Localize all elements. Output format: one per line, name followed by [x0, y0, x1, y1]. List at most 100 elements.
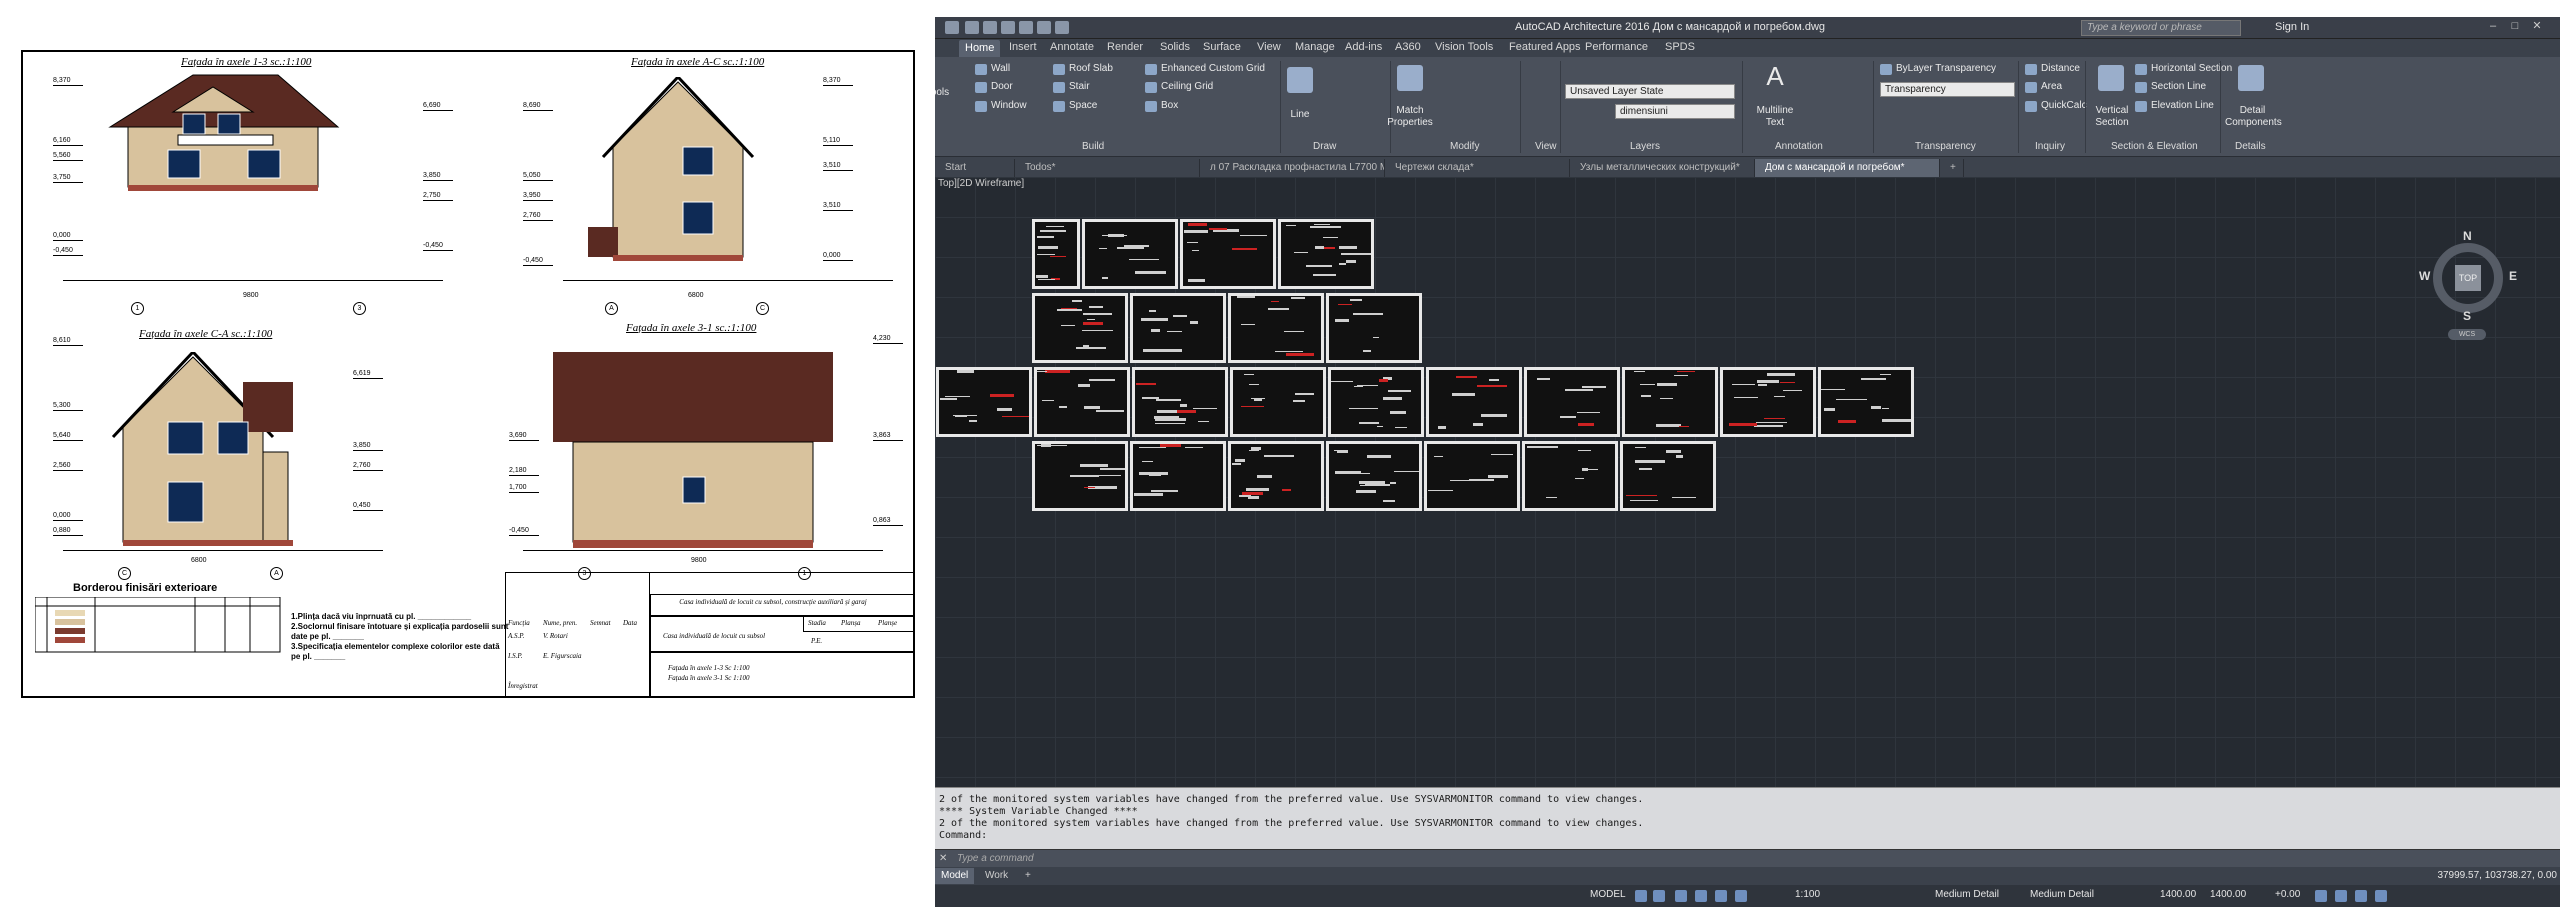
custom-grid-button[interactable]: Enhanced Custom Grid — [1145, 63, 1265, 75]
undo-icon[interactable] — [1037, 21, 1051, 34]
stair-button[interactable]: Stair — [1053, 81, 1090, 93]
match-properties-button[interactable]: Match Properties — [1385, 105, 1435, 129]
tab-performance[interactable]: Performance — [1585, 41, 1648, 53]
layer-state-select[interactable]: Unsaved Layer State — [1565, 84, 1735, 99]
viewcube-top[interactable]: TOP — [2455, 265, 2481, 291]
detail-components-icon[interactable] — [2238, 65, 2264, 91]
viewcube[interactable]: TOP N S W E WCS — [2419, 229, 2525, 340]
osnap-icon[interactable] — [1715, 890, 1727, 902]
tab-render[interactable]: Render — [1107, 41, 1143, 53]
elevation-offset[interactable]: +0.00 — [2275, 889, 2300, 900]
wcs-menu[interactable]: WCS — [2448, 329, 2486, 340]
vertical-section-button[interactable]: Vertical Section — [2087, 105, 2137, 129]
add-layout-button[interactable]: + — [1019, 868, 1037, 884]
box-button[interactable]: Box — [1145, 100, 1178, 112]
transparency-field[interactable]: Transparency — [1880, 82, 2015, 97]
area-button[interactable]: Area — [2025, 81, 2062, 93]
ortho-icon[interactable] — [1675, 890, 1687, 902]
door-button[interactable]: Door — [975, 81, 1013, 93]
tab-featured-apps[interactable]: Featured Apps — [1509, 41, 1581, 53]
app-menu-icon[interactable] — [945, 21, 959, 34]
document-tabs: Start Todos* л 07 Раскладка профнастила … — [935, 157, 2560, 177]
wall-button[interactable]: Wall — [975, 63, 1010, 75]
sign-in-button[interactable]: Sign In — [2275, 21, 2309, 33]
tab-annotate[interactable]: Annotate — [1050, 41, 1094, 53]
distance-button[interactable]: Distance — [2025, 63, 2080, 75]
section-line-button[interactable]: Section Line — [2135, 81, 2206, 93]
match-properties-icon[interactable] — [1397, 65, 1423, 91]
polar-icon[interactable] — [1695, 890, 1707, 902]
new-file-icon[interactable] — [965, 21, 979, 34]
detail-level-2[interactable]: Medium Detail — [2030, 889, 2094, 900]
layout-sheet-thumbnail — [1032, 441, 1128, 511]
window-button[interactable]: Window — [975, 100, 1027, 112]
new-tab-button[interactable]: + — [1940, 159, 1964, 177]
drawing-viewport[interactable]: Top][2D Wireframe] TOP N S W E WCS — [935, 177, 2560, 787]
tab-home[interactable]: Home — [959, 40, 1001, 57]
elevation-mark: 6,619 — [353, 370, 383, 379]
doc-tab[interactable]: Чертежи склада* — [1385, 159, 1570, 177]
doc-tab-start[interactable]: Start — [935, 159, 1015, 177]
tab-solids[interactable]: Solids — [1160, 41, 1190, 53]
isolate-icon[interactable] — [2315, 890, 2327, 902]
space-button[interactable]: Space — [1053, 100, 1097, 112]
multiline-text-icon[interactable]: A — [1750, 63, 1800, 89]
doc-tab[interactable]: Todos* — [1015, 159, 1200, 177]
line-button[interactable]: Line — [1275, 109, 1325, 121]
cut-plane-2[interactable]: 1400.00 — [2210, 889, 2246, 900]
customize-icon[interactable] — [2375, 890, 2387, 902]
save-icon[interactable] — [1001, 21, 1015, 34]
tab-model[interactable]: Model — [935, 868, 975, 884]
tab-manage[interactable]: Manage — [1295, 41, 1335, 53]
search-input[interactable]: Type a keyword or phrase — [2081, 20, 2241, 36]
model-space-button[interactable]: MODEL — [1590, 889, 1626, 900]
compass-s[interactable]: S — [2463, 309, 2471, 323]
coordinates-readout[interactable]: 37999.57, 103738.27, 0.00 — [2437, 870, 2557, 881]
bylayer-transparency[interactable]: ByLayer Transparency — [1880, 63, 1996, 75]
close-icon[interactable]: ✕ — [2529, 20, 2545, 34]
cut-plane-1[interactable]: 1400.00 — [2160, 889, 2196, 900]
tab-a360[interactable]: A360 — [1395, 41, 1421, 53]
roof-slab-button[interactable]: Roof Slab — [1053, 63, 1113, 75]
minimize-icon[interactable]: – — [2485, 20, 2501, 34]
tab-view[interactable]: View — [1257, 41, 1281, 53]
annotation-scale[interactable]: 1:100 — [1795, 889, 1820, 900]
tab-spds[interactable]: SPDS — [1665, 41, 1695, 53]
horizontal-section-button[interactable]: Horizontal Section — [2135, 63, 2232, 75]
open-file-icon[interactable] — [983, 21, 997, 34]
detail-level-1[interactable]: Medium Detail — [1935, 889, 1999, 900]
compass-n[interactable]: N — [2463, 229, 2472, 243]
detail-components-button[interactable]: Detail Components — [2225, 105, 2282, 129]
doc-tab[interactable]: л 07 Раскладка профнастила L7700 M500 — [1200, 159, 1385, 177]
maximize-icon[interactable]: □ — [2507, 20, 2523, 34]
layout-sheet-thumbnail — [1082, 219, 1178, 289]
tab-insert[interactable]: Insert — [1009, 41, 1037, 53]
vertical-section-icon[interactable] — [2098, 65, 2124, 91]
tab-add-ins[interactable]: Add-ins — [1345, 41, 1382, 53]
multiline-text-button[interactable]: Multiline Text — [1750, 105, 1800, 129]
hardware-accel-icon[interactable] — [2335, 890, 2347, 902]
grid-icon[interactable] — [1635, 890, 1647, 902]
command-input[interactable]: ✕ Type a command — [935, 849, 2560, 867]
tab-vision-tools[interactable]: Vision Tools — [1435, 41, 1493, 53]
line-icon[interactable] — [1287, 67, 1313, 93]
layer-select[interactable]: dimensiuni — [1615, 104, 1735, 119]
tab-work[interactable]: Work — [979, 868, 1014, 884]
clean-screen-icon[interactable] — [2355, 890, 2367, 902]
elevation-line-button[interactable]: Elevation Line — [2135, 100, 2214, 112]
otrack-icon[interactable] — [1735, 890, 1747, 902]
viewport-label[interactable]: Top][2D Wireframe] — [938, 178, 1024, 189]
redo-icon[interactable] — [1055, 21, 1069, 34]
close-command-icon[interactable]: ✕ — [939, 850, 947, 867]
doc-tab[interactable]: Узлы металлических конструкций* — [1570, 159, 1755, 177]
compass-w[interactable]: W — [2419, 269, 2430, 283]
snap-icon[interactable] — [1653, 890, 1665, 902]
print-icon[interactable] — [1019, 21, 1033, 34]
quickcalc-button[interactable]: QuickCalc — [2025, 100, 2087, 112]
doc-tab-active[interactable]: Дом с мансардой и погребом* — [1755, 159, 1940, 177]
compass-e[interactable]: E — [2509, 269, 2517, 283]
ceiling-grid-button[interactable]: Ceiling Grid — [1145, 81, 1213, 93]
tab-surface[interactable]: Surface — [1203, 41, 1241, 53]
tools-label[interactable]: ools — [935, 87, 965, 99]
elevation-mark: 0,000 — [823, 252, 853, 261]
